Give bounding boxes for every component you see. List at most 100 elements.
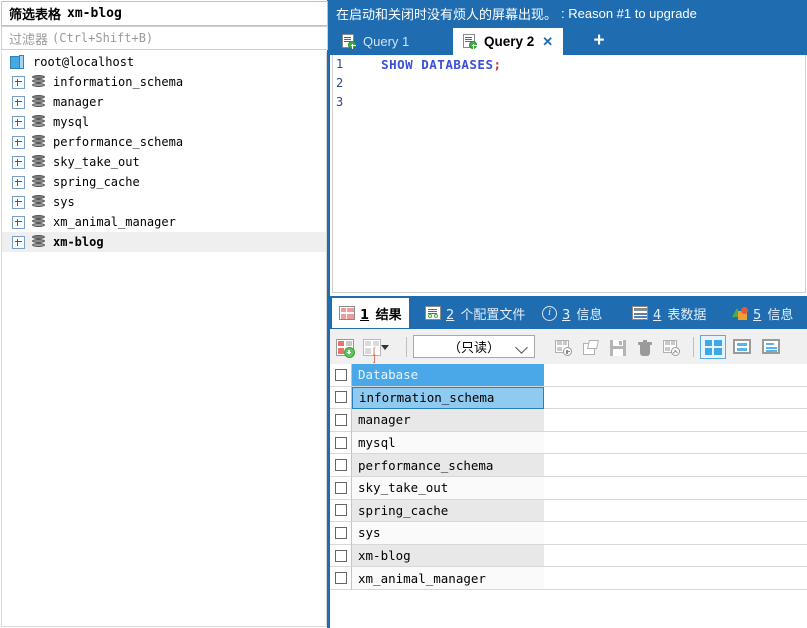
add-tab-button[interactable]: + — [587, 29, 611, 53]
expand-plus-icon[interactable] — [12, 135, 25, 149]
sql-editor[interactable]: 1 2 3 SHOW DATABASES; — [332, 55, 806, 293]
query-icon — [342, 34, 356, 49]
expand-plus-icon[interactable] — [12, 115, 25, 129]
checkbox-icon[interactable] — [334, 391, 347, 404]
tree-item-xm-blog[interactable]: xm-blog — [2, 232, 326, 252]
cell-database[interactable]: sky_take_out — [352, 476, 544, 500]
line-number: 2 — [336, 76, 344, 90]
connection-tree[interactable]: root@localhost information_schema manage… — [1, 52, 327, 627]
chevron-down-icon[interactable] — [381, 344, 389, 350]
result-grid-toolbar: [ ] （只读） — [330, 328, 807, 364]
sql-code-area[interactable]: SHOW DATABASES; — [351, 55, 805, 112]
grid-view-button[interactable] — [700, 334, 726, 359]
column-header-database[interactable]: Database — [352, 364, 544, 387]
table-row[interactable]: manager — [330, 409, 807, 432]
expand-plus-icon[interactable] — [12, 75, 25, 89]
table-row[interactable]: xm_animal_manager — [330, 567, 807, 590]
checkbox-icon[interactable] — [334, 549, 347, 562]
table-row[interactable]: spring_cache — [330, 499, 807, 523]
tree-item-manager[interactable]: manager — [2, 92, 326, 112]
tree-item-connection-root[interactable]: root@localhost — [2, 52, 326, 72]
clear-filter-button[interactable] — [660, 335, 684, 359]
expand-plus-icon[interactable] — [12, 195, 25, 209]
result-tab-message[interactable]: 5 信息 — [725, 298, 800, 328]
row-checkbox-cell[interactable] — [330, 364, 352, 387]
form-view-button[interactable] — [729, 335, 755, 359]
result-tab-table-data[interactable]: 4 表数据 — [625, 298, 713, 328]
database-icon — [32, 75, 45, 89]
expand-plus-icon[interactable] — [12, 235, 25, 249]
row-checkbox-cell[interactable] — [330, 476, 352, 500]
expand-plus-icon[interactable] — [12, 175, 25, 189]
tree-item-sky_take_out[interactable]: sky_take_out — [2, 152, 326, 172]
row-checkbox-cell[interactable] — [330, 499, 352, 523]
table-row[interactable]: mysql — [330, 431, 807, 455]
checkbox-icon[interactable] — [334, 368, 347, 381]
cell-database[interactable]: mysql — [352, 431, 544, 455]
table-row[interactable]: sys — [330, 522, 807, 545]
tree-item-sys[interactable]: sys — [2, 192, 326, 212]
chevron-down-icon[interactable] — [515, 341, 528, 354]
result-tab-info[interactable]: 3 信息 — [535, 298, 609, 328]
database-icon — [32, 95, 45, 109]
readonly-mode-select[interactable]: （只读） — [413, 335, 535, 358]
expand-plus-icon[interactable] — [12, 155, 25, 169]
checkbox-icon[interactable] — [334, 481, 347, 494]
row-checkbox-cell[interactable] — [330, 522, 352, 545]
tree-item-performance_schema[interactable]: performance_schema — [2, 132, 326, 152]
tree-item-mysql[interactable]: mysql — [2, 112, 326, 132]
delete-record-button[interactable] — [633, 335, 657, 359]
database-icon — [32, 135, 45, 149]
row-checkbox-cell[interactable] — [330, 454, 352, 477]
checkbox-icon[interactable] — [334, 436, 347, 449]
checkbox-icon[interactable] — [334, 504, 347, 517]
expand-plus-icon[interactable] — [12, 95, 25, 109]
text-view-button[interactable] — [758, 335, 784, 359]
checkbox-icon[interactable] — [334, 413, 347, 426]
result-tab-profiles[interactable]: 2 个配置文件 — [418, 298, 532, 328]
row-checkbox-cell[interactable] — [330, 409, 352, 432]
grid-options-button[interactable]: [ ] — [361, 335, 397, 362]
table-row[interactable]: information_schema — [330, 386, 807, 410]
cell-database[interactable]: manager — [352, 409, 544, 432]
table-row[interactable]: sky_take_out — [330, 476, 807, 500]
result-tab-result[interactable]: 1 结果 — [332, 298, 409, 328]
trash-icon — [638, 339, 652, 356]
filter-input[interactable]: 过滤器 (Ctrl+Shift+B) — [1, 26, 328, 50]
table-row[interactable]: xm-blog — [330, 544, 807, 568]
checkbox-icon[interactable] — [334, 572, 347, 585]
line-number: 3 — [336, 95, 344, 109]
cell-database[interactable]: xm_animal_manager — [352, 567, 544, 590]
tab-query-2[interactable]: Query 2 ✕ — [453, 28, 564, 55]
tab-query-1[interactable]: Query 1 — [332, 28, 419, 55]
result-tab-strip: 1 结果 2 个配置文件 3 信息 4 表数据 5 信息 — [330, 296, 807, 328]
cell-database[interactable]: performance_schema — [352, 454, 544, 477]
filter-wizard-icon — [555, 339, 572, 356]
cell-database[interactable]: spring_cache — [352, 499, 544, 523]
tree-item-xm_animal_manager[interactable]: xm_animal_manager — [2, 212, 326, 232]
row-checkbox-cell[interactable] — [330, 544, 352, 568]
toolbar-separator — [693, 336, 694, 357]
add-record-button[interactable] — [334, 335, 358, 359]
checkbox-icon[interactable] — [334, 526, 347, 539]
row-checkbox-cell[interactable] — [330, 386, 352, 410]
save-button[interactable] — [606, 335, 630, 359]
cell-database[interactable]: information_schema — [352, 386, 544, 410]
table-row[interactable]: performance_schema — [330, 454, 807, 477]
close-icon[interactable]: ✕ — [542, 34, 553, 50]
cell-database[interactable]: xm-blog — [352, 544, 544, 568]
import-wizard-button[interactable] — [579, 335, 603, 359]
tree-item-spring_cache[interactable]: spring_cache — [2, 172, 326, 192]
cell-database[interactable]: sys — [352, 522, 544, 545]
tab-label: Query 1 — [363, 34, 410, 49]
checkbox-icon[interactable] — [334, 459, 347, 472]
tree-item-label: xm-blog — [53, 235, 104, 249]
filter-wizard-button[interactable] — [552, 335, 576, 359]
result-data-grid[interactable]: Database information_schema manager mysq… — [330, 364, 807, 628]
grid-options-icon: [ ] — [363, 338, 381, 362]
row-checkbox-cell[interactable] — [330, 567, 352, 590]
row-checkbox-cell[interactable] — [330, 431, 352, 455]
expand-plus-icon[interactable] — [12, 215, 25, 229]
table-header-row: Database — [330, 364, 807, 387]
tree-item-information_schema[interactable]: information_schema — [2, 72, 326, 92]
